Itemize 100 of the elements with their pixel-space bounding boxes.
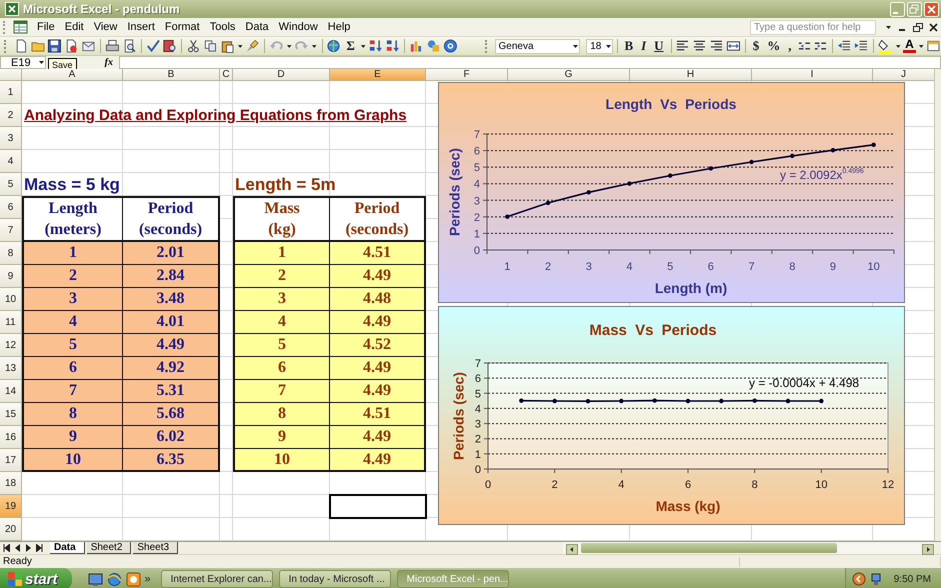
sort-ascending-icon[interactable]: [368, 38, 384, 54]
flag-icon[interactable]: [8, 572, 22, 586]
menu-item[interactable]: View: [88, 20, 122, 34]
name-box[interactable]: E19: [0, 56, 46, 69]
comma-style-button[interactable]: ,: [785, 38, 795, 54]
research-book-icon[interactable]: [162, 38, 178, 54]
next-sheet-icon[interactable]: [25, 544, 32, 552]
chart-title: Mass Vs Periods: [589, 322, 717, 339]
currency-button[interactable]: $: [750, 38, 762, 54]
italic-button[interactable]: I: [638, 38, 650, 54]
tick-label: 0: [474, 245, 480, 257]
sort-descending-icon[interactable]: [385, 38, 400, 54]
row-header[interactable]: 8: [0, 242, 22, 265]
row-header[interactable]: 18: [0, 472, 22, 495]
row-header[interactable]: 14: [0, 380, 22, 403]
workbook-icon[interactable]: [13, 20, 29, 34]
column-header[interactable]: C: [220, 69, 233, 81]
row-header[interactable]: 1: [0, 81, 22, 104]
table-cell: 4: [22, 311, 123, 334]
row-header[interactable]: 5: [0, 173, 22, 196]
row-header[interactable]: 16: [0, 426, 22, 449]
data-point: [749, 160, 754, 164]
row-header[interactable]: 6: [0, 196, 22, 219]
column-header[interactable]: D: [233, 69, 330, 81]
menu-item[interactable]: Data: [240, 20, 274, 34]
print-icon[interactable]: [104, 38, 120, 54]
row-header[interactable]: 20: [0, 518, 22, 541]
last-sheet-icon[interactable]: [36, 544, 43, 552]
help-icon[interactable]: [442, 38, 458, 54]
column-header[interactable]: E: [330, 69, 426, 81]
toolbar-options-icon[interactable]: [926, 38, 941, 54]
sheet-tab[interactable]: Sheet3: [133, 542, 178, 554]
row-header[interactable]: 2: [0, 104, 22, 127]
table-cell: 4.49: [330, 426, 426, 449]
taskbar-button[interactable]: Internet Explorer can...: [160, 570, 273, 588]
spelling-check-icon[interactable]: [146, 38, 160, 54]
media-player-icon[interactable]: [126, 572, 141, 586]
column-header[interactable]: F: [426, 69, 508, 81]
first-sheet-icon[interactable]: [3, 544, 10, 552]
row-header[interactable]: 4: [0, 150, 22, 173]
menu-item[interactable]: Help: [322, 20, 356, 34]
horizontal-scrollbar[interactable]: [563, 542, 935, 554]
table-cell: 4.49: [330, 357, 426, 380]
close-icon[interactable]: [929, 22, 938, 32]
restricted-document-icon[interactable]: [64, 38, 80, 54]
network-icon[interactable]: [870, 572, 882, 586]
save-icon[interactable]: [47, 38, 62, 54]
menu-item[interactable]: File: [32, 20, 60, 34]
table-cell: 9: [233, 426, 330, 449]
underline-button[interactable]: U: [651, 38, 667, 54]
column-header[interactable]: H: [630, 69, 752, 81]
copy-icon[interactable]: [202, 38, 218, 54]
vertical-scrollbar[interactable]: [934, 69, 941, 541]
scroll-right-icon[interactable]: [922, 544, 934, 554]
row-header[interactable]: 11: [0, 311, 22, 334]
column-header[interactable]: A: [22, 69, 123, 81]
row-header[interactable]: 12: [0, 334, 22, 357]
font-color-button[interactable]: A: [903, 39, 916, 53]
browser-icon[interactable]: [106, 572, 122, 586]
font-size-field[interactable]: 18: [586, 38, 613, 54]
tick-label: 1: [474, 228, 480, 240]
menu-item[interactable]: Window: [274, 20, 323, 34]
globe-link-icon[interactable]: [326, 38, 342, 54]
scissors-icon[interactable]: [186, 38, 201, 54]
autosum-button[interactable]: Σ: [343, 38, 358, 54]
row-header[interactable]: 3: [0, 127, 22, 150]
row-header[interactable]: 9: [0, 265, 22, 288]
font-name-field[interactable]: Geneva: [494, 38, 580, 54]
bold-button[interactable]: B: [621, 38, 636, 54]
menu-item[interactable]: Format: [160, 20, 205, 34]
column-header[interactable]: B: [123, 69, 220, 81]
sheet-tab[interactable]: Sheet2: [86, 542, 132, 554]
fill-color-icon[interactable]: [878, 38, 893, 54]
column-header[interactable]: J: [873, 69, 935, 81]
row-header[interactable]: 19: [0, 495, 22, 518]
sheet-tab[interactable]: Data: [50, 542, 85, 554]
data-point: [586, 398, 590, 404]
column-header[interactable]: G: [508, 69, 630, 81]
table-cell: 8: [233, 403, 330, 426]
overflow-chevron[interactable]: »: [144, 573, 151, 585]
row-header[interactable]: 10: [0, 288, 22, 311]
menu-item[interactable]: Tools: [204, 20, 240, 34]
restore-icon[interactable]: [913, 22, 923, 32]
column-header[interactable]: I: [752, 69, 873, 81]
menu-item[interactable]: Insert: [122, 20, 160, 34]
scroll-left-icon[interactable]: [566, 544, 578, 554]
row-header[interactable]: 13: [0, 357, 22, 380]
previous-sheet-icon[interactable]: [14, 544, 21, 552]
row-header[interactable]: 15: [0, 403, 22, 426]
formula-input-field[interactable]: [119, 56, 941, 69]
taskbar-button[interactable]: In today - Microsoft ...: [278, 570, 391, 588]
help-search-field[interactable]: Type a question for help: [750, 20, 876, 34]
row-header[interactable]: 7: [0, 219, 22, 242]
menu-item[interactable]: Edit: [60, 20, 89, 34]
percent-button[interactable]: %: [764, 38, 784, 54]
table-cell: 2: [233, 265, 330, 288]
desktop-icon[interactable]: [88, 572, 103, 586]
tick-label: 7: [748, 261, 755, 273]
row-header[interactable]: 17: [0, 449, 22, 472]
paintbrush-icon[interactable]: [245, 38, 260, 54]
